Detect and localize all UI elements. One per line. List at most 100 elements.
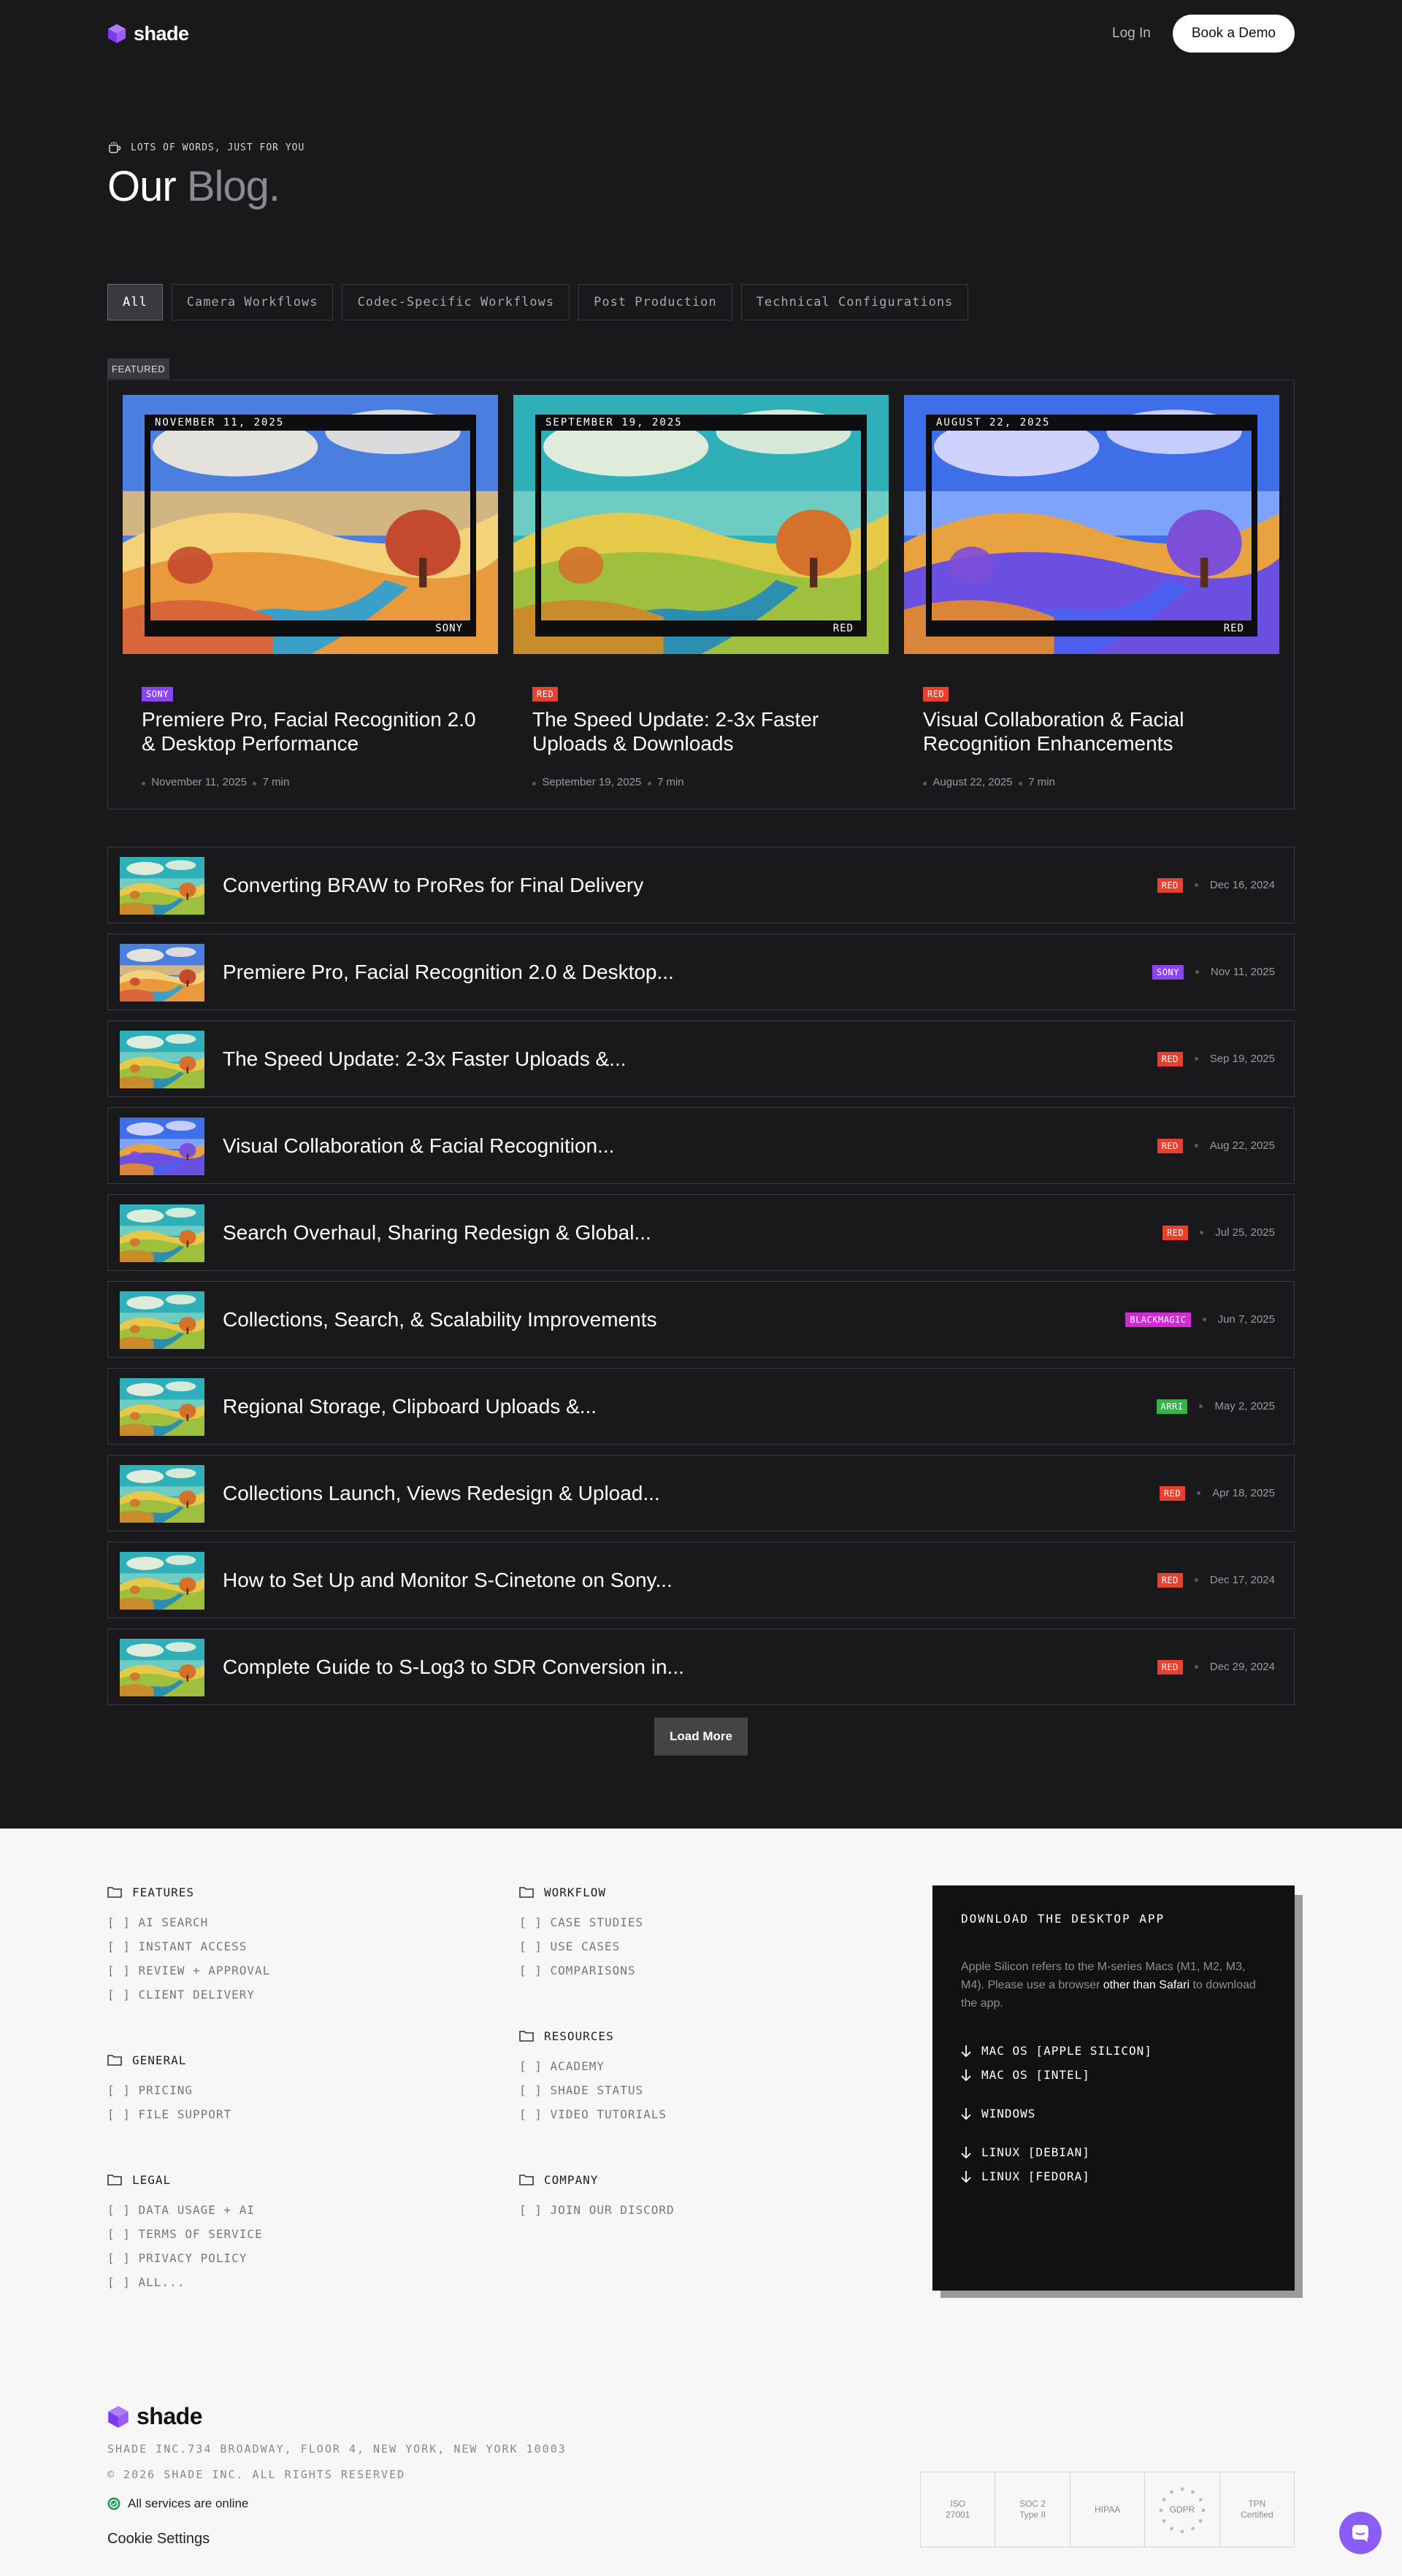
post-row[interactable]: Visual Collaboration & Facial Recognitio… <box>107 1107 1295 1184</box>
post-row[interactable]: Collections Launch, Views Redesign & Upl… <box>107 1455 1295 1531</box>
download-mac-silicon[interactable]: MAC OS [APPLE SILICON] <box>961 2039 1266 2063</box>
filter-post-production[interactable]: Post Production <box>578 284 732 320</box>
download-mac-intel[interactable]: MAC OS [INTEL] <box>961 2063 1266 2087</box>
post-title[interactable]: Complete Guide to S-Log3 to SDR Conversi… <box>223 1629 684 1704</box>
post-row[interactable]: Premiere Pro, Facial Recognition 2.0 & D… <box>107 934 1295 1010</box>
cert-soc2-line2: Type II <box>1019 2510 1046 2520</box>
post-row[interactable]: Regional Storage, Clipboard Uploads &...… <box>107 1368 1295 1445</box>
post-row[interactable]: How to Set Up and Monitor S-Cinetone on … <box>107 1542 1295 1618</box>
footer-link-comparisons[interactable]: [ ] COMPARISONS <box>519 1964 643 1988</box>
filter-camera-workflows[interactable]: Camera Workflows <box>171 284 334 320</box>
arrow-down-icon <box>961 2107 971 2120</box>
post-title[interactable]: Collections, Search, & Scalability Impro… <box>223 1282 656 1357</box>
footer-col-general: GENERAL [ ] PRICING [ ] FILE SUPPORT <box>107 2051 231 2131</box>
footer-brand-name: shade <box>137 2403 202 2429</box>
footer-link-video-tutorials[interactable]: [ ] VIDEO TUTORIALS <box>519 2107 667 2131</box>
download-note-highlight: other than Safari <box>1103 1979 1190 1991</box>
brand[interactable]: shade <box>107 23 189 45</box>
download-linux-debian[interactable]: LINUX [DEBIAN] <box>961 2140 1266 2164</box>
filter-all[interactable]: All <box>107 284 163 320</box>
featured-card[interactable]: AUGUST 22, 2025 RED RED Visual Collabora… <box>904 395 1279 796</box>
post-row[interactable]: The Speed Update: 2-3x Faster Uploads &.… <box>107 1020 1295 1097</box>
cert-hipaa: HIPAA <box>1070 2472 1146 2547</box>
certification-badges: ISO 27001 SOC 2 Type II HIPAA GDPR TPN Cer… <box>920 2472 1295 2548</box>
post-row[interactable]: Converting BRAW to ProRes for Final Deli… <box>107 847 1295 923</box>
hero-eyebrow: LOTS OF WORDS, JUST FOR YOU <box>107 140 304 155</box>
landscape-illustration <box>120 944 204 1001</box>
footer-brand[interactable]: shade <box>107 2403 202 2430</box>
download-app-box: DOWNLOAD THE DESKTOP APP Apple Silicon r… <box>932 1885 1295 2291</box>
post-thumbnail <box>120 1378 204 1436</box>
footer-link-file-support[interactable]: [ ] FILE SUPPORT <box>107 2107 231 2131</box>
footer-link-use-cases[interactable]: [ ] USE CASES <box>519 1939 643 1964</box>
footer-link-academy[interactable]: [ ] ACADEMY <box>519 2059 667 2083</box>
meta-dot <box>1194 1578 1198 1582</box>
chat-launcher-button[interactable] <box>1339 2512 1382 2554</box>
post-row[interactable]: Collections, Search, & Scalability Impro… <box>107 1281 1295 1358</box>
featured-card-title[interactable]: Visual Collaboration & Facial Recognitio… <box>923 707 1266 756</box>
filter-codec-specific-workflows[interactable]: Codec-Specific Workflows <box>342 284 570 320</box>
post-row[interactable]: Complete Guide to S-Log3 to SDR Conversi… <box>107 1629 1295 1705</box>
load-more-button[interactable]: Load More <box>654 1718 748 1756</box>
post-title[interactable]: The Speed Update: 2-3x Faster Uploads &.… <box>223 1021 627 1096</box>
footer-link-data-usage[interactable]: [ ] DATA USAGE + AI <box>107 2203 263 2227</box>
download-windows[interactable]: WINDOWS <box>961 2102 1266 2126</box>
top-nav: shade Log In Book a Demo <box>107 13 1295 54</box>
post-title[interactable]: Visual Collaboration & Facial Recognitio… <box>223 1108 614 1183</box>
post-meta: RED Apr 18, 2025 <box>1159 1456 1275 1531</box>
service-status[interactable]: All services are online <box>107 2496 248 2511</box>
post-title[interactable]: Converting BRAW to ProRes for Final Deli… <box>223 847 643 923</box>
post-date: Nov 11, 2025 <box>1210 966 1275 978</box>
featured-card-date: September 19, 2025 <box>542 776 642 788</box>
footer-link-case-studies[interactable]: [ ] CASE STUDIES <box>519 1915 643 1939</box>
post-title[interactable]: Search Overhaul, Sharing Redesign & Glob… <box>223 1195 651 1270</box>
footer-heading-text: WORKFLOW <box>544 1885 607 1899</box>
login-link[interactable]: Log In <box>1112 26 1151 42</box>
featured-card-meta: August 22, 2025 7 min <box>923 776 1055 788</box>
download-mac-group: MAC OS [APPLE SILICON] MAC OS [INTEL] <box>961 2039 1266 2087</box>
footer-link-client-delivery[interactable]: [ ] CLIENT DELIVERY <box>107 1988 270 2012</box>
landscape-illustration <box>120 1118 204 1175</box>
footer-link-privacy[interactable]: [ ] PRIVACY POLICY <box>107 2251 263 2275</box>
meta-dot <box>647 782 651 785</box>
footer-link-review-approval[interactable]: [ ] REVIEW + APPROVAL <box>107 1964 270 1988</box>
download-label: MAC OS [INTEL] <box>981 2068 1090 2082</box>
post-title[interactable]: Collections Launch, Views Redesign & Upl… <box>223 1456 660 1531</box>
post-meta: BLACKMAGIC Jun 7, 2025 <box>1125 1282 1275 1357</box>
featured-label: FEATURED <box>107 358 170 379</box>
page-title: Our Blog. <box>107 162 280 211</box>
post-thumbnail <box>120 857 204 915</box>
download-linux-fedora[interactable]: LINUX [FEDORA] <box>961 2164 1266 2188</box>
featured-card[interactable]: NOVEMBER 11, 2025 SONY SONY Premiere Pro… <box>123 395 498 796</box>
featured-card-title[interactable]: The Speed Update: 2-3x Faster Uploads & … <box>532 707 876 756</box>
folder-icon <box>107 2055 122 2066</box>
post-title[interactable]: Regional Storage, Clipboard Uploads &... <box>223 1369 597 1444</box>
cert-tpn-line2: Certified <box>1240 2510 1273 2520</box>
footer-link-all-legal[interactable]: [ ] ALL... <box>107 2275 263 2299</box>
post-row[interactable]: Search Overhaul, Sharing Redesign & Glob… <box>107 1194 1295 1271</box>
footer-heading-text: FEATURES <box>132 1885 195 1899</box>
post-date: Jul 25, 2025 <box>1215 1226 1275 1239</box>
cookie-settings-link[interactable]: Cookie Settings <box>107 2531 210 2548</box>
footer-link-ai-search[interactable]: [ ] AI SEARCH <box>107 1915 270 1939</box>
featured-card-date: August 22, 2025 <box>932 776 1013 788</box>
camera-badge: RED <box>1162 1225 1189 1240</box>
footer-link-pricing[interactable]: [ ] PRICING <box>107 2083 231 2107</box>
footer-link-instant-access[interactable]: [ ] INSTANT ACCESS <box>107 1939 270 1964</box>
featured-card[interactable]: SEPTEMBER 19, 2025 RED RED The Speed Upd… <box>513 395 889 796</box>
footer-links: [ ] DATA USAGE + AI [ ] TERMS OF SERVICE… <box>107 2203 263 2299</box>
book-demo-button[interactable]: Book a Demo <box>1172 15 1295 53</box>
meta-dot <box>142 782 145 785</box>
filter-technical-configurations[interactable]: Technical Configurations <box>740 284 969 320</box>
footer-link-discord[interactable]: [ ] JOIN OUR DISCORD <box>519 2203 675 2227</box>
featured-card-date: November 11, 2025 <box>151 776 247 788</box>
post-title[interactable]: How to Set Up and Monitor S-Cinetone on … <box>223 1542 673 1618</box>
footer-heading-text: RESOURCES <box>544 2029 614 2043</box>
cert-gdpr: GDPR <box>1145 2472 1220 2547</box>
post-title[interactable]: Premiere Pro, Facial Recognition 2.0 & D… <box>223 934 674 1010</box>
arrow-down-icon <box>961 2170 971 2183</box>
post-date: Dec 29, 2024 <box>1209 1661 1275 1673</box>
footer-link-shade-status[interactable]: [ ] SHADE STATUS <box>519 2083 667 2107</box>
footer-link-terms[interactable]: [ ] TERMS OF SERVICE <box>107 2227 263 2251</box>
featured-card-title[interactable]: Premiere Pro, Facial Recognition 2.0 & D… <box>142 707 485 756</box>
